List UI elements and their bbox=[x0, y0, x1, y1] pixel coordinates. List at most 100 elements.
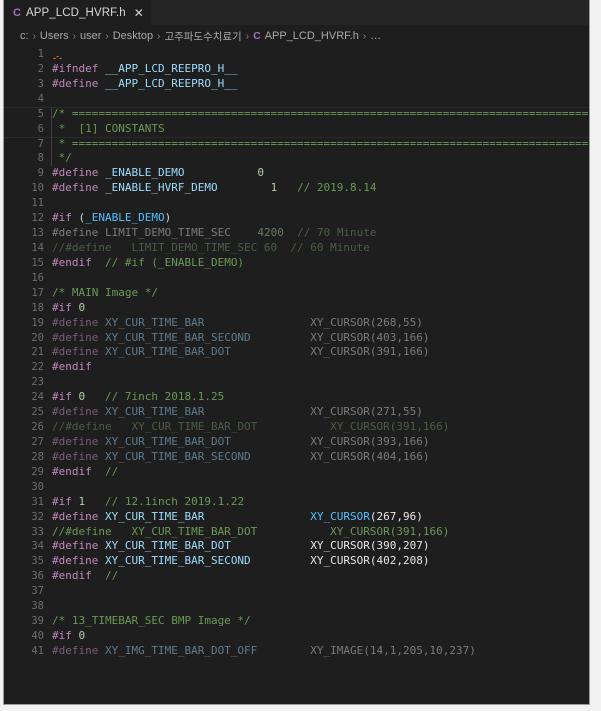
editor-tab-app-lcd-hvrf-h[interactable]: C APP_LCD_HVRF.h ✕ bbox=[4, 0, 151, 25]
code-text: /* =====================================… bbox=[52, 107, 588, 122]
code-text: #define XY_CUR_TIME_BAR_SECOND XY_CURSOR… bbox=[52, 554, 430, 569]
code-token: XY_CURSOR(391,166) bbox=[310, 345, 430, 359]
breadcrumb-item-user[interactable]: user bbox=[80, 30, 101, 42]
code-token: #define bbox=[52, 76, 105, 90]
code-token: #define bbox=[52, 315, 105, 329]
code-line[interactable]: 20 #define XY_CUR_TIME_BAR_SECOND XY_CURS… bbox=[4, 331, 589, 346]
line-number: 25 bbox=[31, 406, 44, 419]
breadcrumb-item-drive[interactable]: c: bbox=[20, 30, 29, 42]
code-line[interactable]: 36 #endif // bbox=[4, 569, 589, 584]
code-line[interactable]: 16 bbox=[4, 271, 589, 286]
code-line[interactable]: 27 #define XY_CUR_TIME_BAR_DOT XY_CURSOR(… bbox=[4, 435, 589, 450]
code-token: XY_CUR_TIME_BAR bbox=[104, 315, 205, 329]
code-token: XY_CUR_TIME_BAR bbox=[104, 509, 205, 523]
code-line[interactable]: 38 bbox=[4, 599, 589, 614]
breadcrumb-item-users[interactable]: Users bbox=[40, 30, 69, 42]
code-token: ) bbox=[164, 211, 172, 225]
code-token: 0 bbox=[78, 628, 86, 642]
code-line[interactable]: 14 //#define LIMIT_DEMO_TIME_SEC 60 // 60… bbox=[4, 241, 589, 256]
code-token: #define bbox=[52, 330, 105, 344]
code-line[interactable]: 30 bbox=[4, 480, 589, 495]
code-line[interactable]: 25 #define XY_CUR_TIME_BAR XY_CURSOR(271,… bbox=[4, 405, 589, 420]
breadcrumb-item-file[interactable]: APP_LCD_HVRF.h bbox=[265, 30, 359, 42]
line-number: 11 bbox=[31, 197, 44, 210]
breadcrumb-separator-icon: › bbox=[362, 30, 367, 42]
code-text: #define XY_CUR_TIME_BAR XY_CURSOR(271,55… bbox=[52, 405, 423, 420]
code-token: #if bbox=[52, 390, 79, 404]
code-line[interactable]: 5 /* ====================================… bbox=[4, 106, 589, 122]
line-number: 23 bbox=[31, 376, 44, 389]
breadcrumb-separator-icon: › bbox=[72, 30, 76, 42]
code-text: #define XY_CUR_TIME_BAR_SECOND XY_CURSOR… bbox=[52, 331, 430, 346]
window-frame-right bbox=[590, 0, 601, 711]
code-line[interactable]: 34 #define XY_CUR_TIME_BAR_DOT XY_CURSOR(… bbox=[4, 539, 589, 554]
code-line[interactable]: 31 #if 1 // 12.1inch 2019.1.22 bbox=[4, 495, 589, 510]
code-line[interactable]: 35 #define XY_CUR_TIME_BAR_SECOND XY_CURS… bbox=[4, 554, 589, 569]
code-line[interactable]: 40 #if 0 bbox=[4, 629, 589, 644]
code-line[interactable]: 29 #endif // bbox=[4, 465, 589, 480]
code-token: XY_CURSOR(268,55) bbox=[310, 315, 423, 329]
code-line[interactable]: 3 #define __APP_LCD_REEPRO_H__ bbox=[4, 77, 589, 92]
code-line[interactable]: 9 #define _ENABLE_DEMO 0 bbox=[4, 166, 589, 181]
window-border-right bbox=[589, 0, 590, 705]
code-editor[interactable]: 1 2 #ifndef __APP_LCD_REEPRO_H__ 3 #define _… bbox=[4, 47, 589, 704]
code-line[interactable]: 8 */ bbox=[4, 151, 589, 167]
code-token: #endif bbox=[52, 569, 99, 583]
code-text: #if (_ENABLE_DEMO) bbox=[52, 211, 171, 226]
code-line[interactable]: 39 /* 13_TIMEBAR_SEC BMP Image */ bbox=[4, 614, 589, 629]
code-line[interactable]: 17 /* MAIN Image */ bbox=[4, 286, 589, 301]
line-number: 33 bbox=[31, 525, 44, 538]
code-line[interactable]: 19 #define XY_CUR_TIME_BAR XY_CURSOR(268,… bbox=[4, 316, 589, 331]
code-token: XY_CUR_TIME_BAR_DOT bbox=[104, 345, 231, 359]
line-number: 38 bbox=[31, 600, 44, 613]
line-number: 10 bbox=[31, 182, 44, 195]
code-line[interactable]: 1 bbox=[4, 47, 589, 62]
code-token: 4200 bbox=[257, 226, 284, 240]
c-file-icon: C bbox=[13, 6, 21, 19]
code-line[interactable]: 18 #if 0 bbox=[4, 301, 589, 316]
code-token: _ENABLE_DEMO bbox=[85, 211, 165, 225]
code-token: XY_IMG_TIME_BAR_DOT_OFF bbox=[104, 643, 258, 657]
line-number: 4 bbox=[37, 92, 44, 105]
code-line[interactable]: 4 bbox=[4, 92, 589, 107]
code-line[interactable]: 23 bbox=[4, 375, 589, 390]
code-token: 0 bbox=[78, 300, 86, 314]
code-line[interactable]: 2 #ifndef __APP_LCD_REEPRO_H__ bbox=[4, 62, 589, 77]
line-number: 30 bbox=[31, 480, 44, 493]
code-line[interactable]: 28 #define XY_CUR_TIME_BAR_SECOND XY_CURS… bbox=[4, 450, 589, 465]
code-line[interactable]: 41 #define XY_IMG_TIME_BAR_DOT_OFF XY_IMA… bbox=[4, 644, 589, 659]
code-token: // 12.1inch 2019.1.22 bbox=[105, 494, 245, 508]
code-line[interactable]: 7 * ====================================… bbox=[4, 136, 589, 152]
breadcrumb-item-project-folder[interactable]: 고주파도수치료기 bbox=[164, 29, 241, 44]
code-line[interactable]: 21 #define XY_CUR_TIME_BAR_DOT XY_CURSOR(… bbox=[4, 345, 589, 360]
breadcrumb-separator-icon: › bbox=[157, 30, 161, 42]
code-line[interactable]: 10 #define _ENABLE_HVRF_DEMO 1 // 2019.8.… bbox=[4, 181, 589, 196]
code-token: /* MAIN Image */ bbox=[52, 285, 158, 299]
code-token: 0 bbox=[257, 166, 264, 180]
code-token: #define bbox=[52, 405, 105, 419]
code-line[interactable]: 32 #define XY_CUR_TIME_BAR XY_CURSOR(267,… bbox=[4, 510, 589, 525]
code-line[interactable]: 24 #if 0 // 7inch 2018.1.25 bbox=[4, 390, 589, 405]
breadcrumb-item-desktop[interactable]: Desktop bbox=[113, 30, 153, 42]
code-token: #define bbox=[52, 509, 105, 523]
code-line[interactable]: 6 * [1] CONSTANTS bbox=[4, 121, 589, 137]
code-line[interactable]: 33 //#define XY_CUR_TIME_BAR_DOT XY_CURSO… bbox=[4, 525, 589, 540]
code-line[interactable]: 26 //#define XY_CUR_TIME_BAR_DOT XY_CURSO… bbox=[4, 420, 589, 435]
code-line[interactable]: 22 #endif bbox=[4, 360, 589, 375]
code-line[interactable]: 11 bbox=[4, 196, 589, 211]
line-number: 3 bbox=[37, 77, 44, 90]
code-line[interactable]: 15 #endif // #if (_ENABLE_DEMO) bbox=[4, 256, 589, 271]
code-text: * ======================================… bbox=[52, 137, 589, 152]
breadcrumb-item-symbol-overflow[interactable]: … bbox=[370, 30, 381, 42]
code-line[interactable]: 12 #if (_ENABLE_DEMO) bbox=[4, 211, 589, 226]
code-line[interactable]: 37 bbox=[4, 584, 589, 599]
code-text: #if 0 // 7inch 2018.1.25 bbox=[52, 390, 224, 405]
code-line[interactable]: 13 #define LIMIT_DEMO_TIME_SEC 4200 // 70… bbox=[4, 226, 589, 241]
line-number: 35 bbox=[31, 555, 44, 568]
close-icon[interactable]: ✕ bbox=[134, 7, 144, 19]
